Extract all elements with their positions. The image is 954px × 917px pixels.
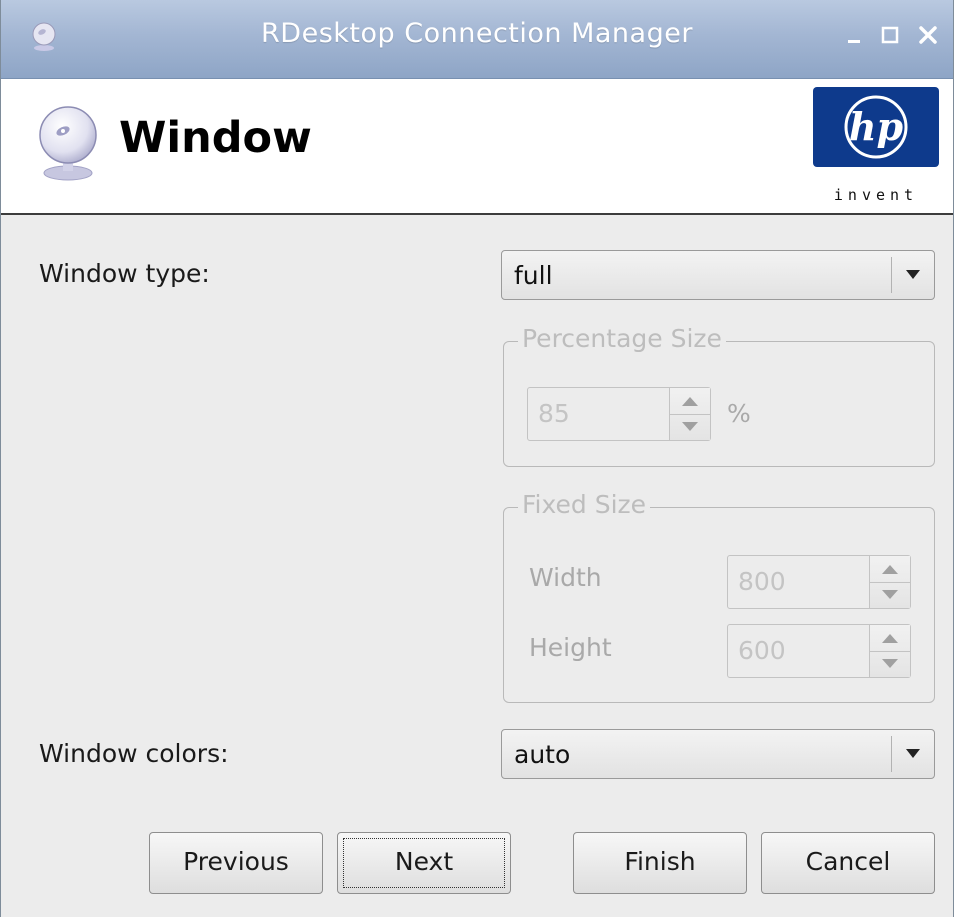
window-type-select[interactable]: full <box>501 250 935 300</box>
finish-button-label: Finish <box>624 847 696 876</box>
percentage-spinbox[interactable]: 85 <box>527 387 711 441</box>
minimize-icon[interactable] <box>841 22 867 48</box>
width-stepper[interactable] <box>869 556 910 608</box>
previous-button[interactable]: Previous <box>149 832 323 894</box>
next-button-label: Next <box>394 847 454 876</box>
window-colors-value: auto <box>514 740 571 769</box>
percentage-stepper[interactable] <box>669 388 710 440</box>
height-value: 600 <box>738 636 786 665</box>
cancel-button[interactable]: Cancel <box>761 832 935 894</box>
window-colors-label: Window colors: <box>39 739 229 768</box>
cancel-button-label: Cancel <box>805 847 891 876</box>
window-type-label: Window type: <box>39 259 210 288</box>
height-stepper[interactable] <box>869 625 910 677</box>
height-spinbox[interactable]: 600 <box>727 624 911 678</box>
window-type-value: full <box>514 261 553 290</box>
arrow-down-icon[interactable] <box>882 590 898 599</box>
arrow-down-icon[interactable] <box>882 659 898 668</box>
chevron-down-icon <box>906 749 920 758</box>
percentage-unit: % <box>727 399 751 428</box>
window-title: RDesktop Connection Manager <box>261 18 693 49</box>
finish-button[interactable]: Finish <box>573 832 747 894</box>
window-colors-select[interactable]: auto <box>501 729 935 779</box>
page-header: Window hp invent <box>1 79 953 215</box>
width-spinbox[interactable]: 800 <box>727 555 911 609</box>
rdesktop-window: RDesktop Connection Manager Window hp in… <box>0 0 954 917</box>
width-value: 800 <box>738 567 786 596</box>
disc-page-icon <box>39 106 97 181</box>
fixed-size-legend: Fixed Size <box>518 490 651 519</box>
hp-invent-logo: hp invent <box>813 87 939 204</box>
arrow-down-icon[interactable] <box>682 422 698 431</box>
svg-text:invent: invent <box>834 186 918 204</box>
height-label: Height <box>529 633 612 662</box>
chevron-down-icon <box>906 270 920 279</box>
previous-button-label: Previous <box>183 847 289 876</box>
percentage-size-legend: Percentage Size <box>518 324 726 353</box>
next-button[interactable]: Next <box>337 832 511 894</box>
arrow-up-icon[interactable] <box>882 565 898 574</box>
arrow-up-icon[interactable] <box>682 397 698 406</box>
close-icon[interactable] <box>915 22 941 48</box>
svg-text:hp: hp <box>849 104 904 149</box>
arrow-up-icon[interactable] <box>882 634 898 643</box>
width-label: Width <box>529 563 602 592</box>
maximize-icon[interactable] <box>877 22 903 48</box>
page-title: Window <box>119 113 312 163</box>
percentage-value: 85 <box>538 399 570 428</box>
title-bar[interactable]: RDesktop Connection Manager <box>1 0 953 79</box>
